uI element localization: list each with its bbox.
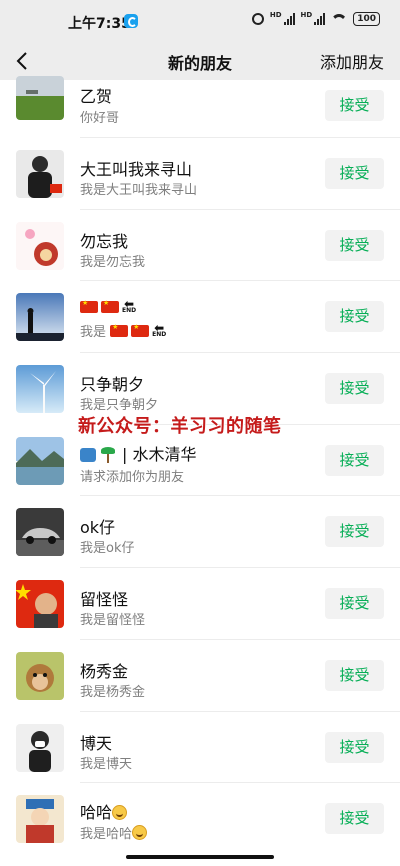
accept-button[interactable]: 接受 <box>325 373 384 405</box>
contact-name: 乙贺 <box>80 87 113 106</box>
smiling-face-icon <box>132 825 148 841</box>
end-label: END <box>122 307 137 315</box>
battery-icon: 100 <box>353 12 380 26</box>
notification-app-icon <box>124 14 138 28</box>
list-item[interactable]: 大王叫我来寻山 我是大王叫我来寻山 接受 <box>0 138 400 210</box>
request-message: 我是留怪怪 <box>80 613 146 629</box>
china-flag-icon <box>131 323 150 338</box>
avatar-man-in-suit <box>16 150 64 198</box>
list-item[interactable]: 杨秀金 我是杨秀金 接受 <box>0 639 400 712</box>
status-icons: HD HD 100 <box>251 11 380 26</box>
contact-name-text: | 水木清华 <box>122 444 197 464</box>
accept-button[interactable]: 接受 <box>325 444 384 476</box>
avatar-opera-figure <box>16 795 64 844</box>
avatar-cartoon-lion <box>16 221 64 270</box>
accept-button[interactable]: 接受 <box>325 659 384 691</box>
signal-icon <box>314 13 326 25</box>
avatar-person-with-mask <box>16 723 64 772</box>
contact-name-text: 哈哈 <box>80 803 113 823</box>
contact-name: ok仔 <box>80 518 116 538</box>
request-message: 我是大王叫我来寻山 <box>80 183 198 198</box>
accept-button[interactable]: 接受 <box>325 90 384 121</box>
contact-name: 留怪怪 <box>80 590 129 610</box>
list-item[interactable]: ⬅END 我是 ⬅END 接受 <box>0 281 400 354</box>
accept-button[interactable]: 接受 <box>325 301 384 333</box>
status-time: 上午7:35 <box>68 16 131 32</box>
avatar-lake-mountain <box>16 436 64 485</box>
accept-button[interactable]: 接受 <box>325 588 384 620</box>
accept-button[interactable]: 接受 <box>325 516 384 548</box>
hd-label-2: HD <box>300 11 313 19</box>
friend-request-list: 乙贺 你好哥 接受 大王叫我来寻山 我是大王叫我来寻山 接受 勿忘我 我是勿忘我… <box>0 76 400 855</box>
list-item[interactable]: ok仔 我是ok仔 接受 <box>0 496 400 569</box>
smiling-face-icon <box>112 805 128 821</box>
end-label: END <box>152 331 167 339</box>
home-indicator[interactable] <box>126 855 274 859</box>
request-message: 我是 ⬅END <box>80 321 166 340</box>
contact-name: 大王叫我来寻山 <box>80 160 193 179</box>
avatar-monkey <box>16 651 64 700</box>
request-message-text: 我是哈哈 <box>80 827 133 843</box>
request-message: 我是杨秀金 <box>80 684 146 700</box>
nav-bar: 新的朋友 添加朋友 <box>0 40 400 80</box>
end-arrow-icon: ⬅ END <box>152 321 167 339</box>
china-flag-icon <box>101 299 119 314</box>
accept-button[interactable]: 接受 <box>325 158 384 189</box>
accept-button[interactable]: 接受 <box>325 731 384 763</box>
avatar-wind-turbine <box>16 365 64 414</box>
request-message: 你好哥 <box>80 111 120 126</box>
request-message-text: 我是 <box>80 325 107 341</box>
request-message: 我是只争朝夕 <box>80 398 159 414</box>
list-item[interactable]: 哈哈 我是哈哈 接受 <box>0 783 400 855</box>
list-item[interactable]: 留怪怪 我是留怪怪 接受 <box>0 568 400 640</box>
list-item[interactable]: 乙贺 你好哥 接受 <box>0 76 400 138</box>
contact-name: | 水木清华 <box>80 441 196 465</box>
accept-button[interactable]: 接受 <box>325 229 384 261</box>
request-message: 我是ok仔 <box>80 541 135 557</box>
contact-name: 哈哈 <box>80 799 128 823</box>
wave-icon <box>80 447 96 462</box>
china-flag-icon <box>80 299 98 314</box>
alarm-icon <box>251 13 264 25</box>
watermark-text: 新公众号：羊习习的随笔 <box>78 416 282 437</box>
signal-icon <box>283 13 295 25</box>
avatar-silhouette-sunset <box>16 293 64 342</box>
request-message: 我是博天 <box>80 756 133 772</box>
contact-name: 只争朝夕 <box>80 375 145 395</box>
request-message: 请求添加你为朋友 <box>80 469 185 485</box>
wifi-icon <box>331 13 347 25</box>
list-item[interactable]: 博天 我是博天 接受 <box>0 711 400 784</box>
contact-name: ⬅END <box>80 297 136 316</box>
status-bar: 上午7:35 HD HD 100 <box>0 0 400 40</box>
accept-button[interactable]: 接受 <box>325 803 384 835</box>
list-item[interactable]: 勿忘我 我是勿忘我 接受 <box>0 209 400 282</box>
contact-name: 博天 <box>80 733 113 753</box>
china-flag-icon <box>110 323 129 338</box>
palm-tree-icon <box>100 446 116 463</box>
contact-name: 杨秀金 <box>80 661 129 681</box>
avatar-sports-car <box>16 508 64 557</box>
end-arrow-icon: ⬅ END <box>122 297 137 315</box>
request-message: 我是勿忘我 <box>80 254 146 270</box>
avatar-portrait-with-flag <box>16 580 64 629</box>
request-message: 我是哈哈 <box>80 823 148 843</box>
avatar-grass-field <box>16 76 64 120</box>
add-friend-button[interactable]: 添加朋友 <box>320 49 384 73</box>
contact-name: 勿忘我 <box>80 231 129 251</box>
hd-label-1: HD <box>269 11 282 19</box>
